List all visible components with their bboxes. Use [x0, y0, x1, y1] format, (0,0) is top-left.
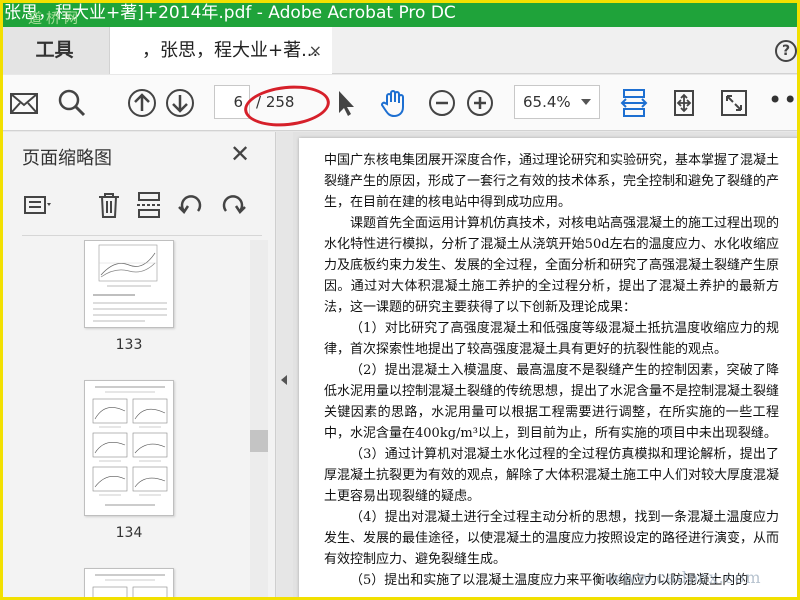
search-icon[interactable]	[56, 87, 88, 119]
trash-icon[interactable]	[94, 190, 124, 222]
insert-page-icon[interactable]	[134, 190, 164, 222]
panel-title: 页面缩略图	[22, 148, 112, 169]
hand-tool-icon[interactable]	[378, 87, 410, 119]
zoom-value: 65.4%	[523, 93, 571, 111]
chevron-down-icon	[581, 99, 591, 105]
tab-document-label: ，张思，程大业+著...	[142, 40, 319, 61]
tab-document[interactable]: ，张思，程大业+著... ×	[110, 27, 332, 74]
thumbnail-133-image	[93, 244, 167, 322]
document-page: 中国广东核电集团展开深度合作，通过理论研究和实验研究，基本掌握了混凝土裂缝产生的…	[299, 138, 800, 600]
tab-bar: 工具 ，张思，程大业+著... × ?	[0, 27, 800, 74]
thumbnail-page-next[interactable]	[84, 568, 174, 600]
page-up-icon[interactable]	[126, 87, 158, 119]
panel-close-icon[interactable]: ✕	[230, 140, 250, 168]
page-down-icon[interactable]	[164, 87, 196, 119]
thumbnail-next-image	[92, 574, 168, 600]
thumbnail-list: 133 134	[0, 240, 276, 600]
thumbnail-scrollbar[interactable]	[250, 240, 268, 600]
paragraph-2: 课题首先全面运用计算机仿真技术，对核电站高强混凝土的施工过程出现的水化特性进行模…	[324, 216, 780, 315]
paragraph-1: 中国广东核电集团展开深度合作，通过理论研究和实验研究，基本掌握了混凝土裂缝产生的…	[324, 153, 780, 210]
tab-tools[interactable]: 工具	[0, 27, 110, 74]
thumbnail-options-icon[interactable]	[22, 190, 52, 222]
paragraph-6: （4）提出对混凝土进行全过程主动分析的思想，找到一条混凝土温度应力发生、发展的最…	[324, 510, 780, 567]
fit-width-icon[interactable]	[618, 87, 650, 119]
zoom-out-icon[interactable]	[426, 87, 458, 119]
thumbnail-page-133[interactable]	[84, 240, 174, 328]
mail-icon[interactable]	[8, 87, 40, 119]
watermark-bottom: www.cadocx.com	[608, 568, 762, 587]
thumbnail-label-133: 133	[115, 337, 143, 353]
more-tools-icon[interactable]: •••	[768, 86, 800, 114]
paragraph-4: （2）提出混凝土入模温度、最高温度不是裂缝产生的控制因素，突破了降低水泥用量以控…	[324, 363, 780, 441]
thumbnail-label-134: 134	[115, 525, 143, 541]
paragraph-5: （3）通过计算机对混凝土水化过程的全过程仿真模拟和理论解析，提出了厚混凝土抗裂更…	[324, 447, 780, 504]
rotate-clockwise-icon[interactable]	[218, 190, 248, 222]
main-toolbar	[0, 75, 800, 131]
document-view[interactable]: 中国广东核电集团展开深度合作，通过理论研究和实验研究，基本掌握了混凝土裂缝产生的…	[293, 132, 800, 600]
thumbnail-page-134[interactable]	[84, 380, 174, 516]
zoom-in-icon[interactable]	[464, 87, 496, 119]
document-body: 中国广东核电集团展开深度合作，通过理论研究和实验研究，基本掌握了混凝土裂缝产生的…	[324, 150, 779, 591]
paragraph-3: （1）对比研究了高强度混凝土和低强度等级混凝土抵抗温度收缩应力的规律，首次探索性…	[324, 321, 779, 357]
fit-page-icon[interactable]	[668, 87, 700, 119]
select-arrow-icon[interactable]	[330, 87, 362, 119]
thumbnail-scrollbar-thumb[interactable]	[250, 430, 268, 452]
tab-close-icon[interactable]: ×	[309, 27, 322, 74]
panel-divider	[22, 235, 262, 236]
rotate-counterclockwise-icon[interactable]	[176, 190, 206, 222]
fullscreen-icon[interactable]	[718, 87, 750, 119]
window-title-bar: 张思，程大业+著]+2014年.pdf - Adobe Acrobat Pro …	[0, 0, 800, 27]
help-icon[interactable]: ?	[775, 40, 797, 62]
zoom-select[interactable]: 65.4%	[514, 85, 600, 119]
panel-toolbar	[22, 190, 262, 226]
watermark-top: 道桥网	[28, 11, 82, 27]
collapse-panel-icon[interactable]	[281, 375, 287, 385]
thumbnail-134-image	[92, 386, 168, 506]
panel-splitter[interactable]	[277, 132, 293, 600]
